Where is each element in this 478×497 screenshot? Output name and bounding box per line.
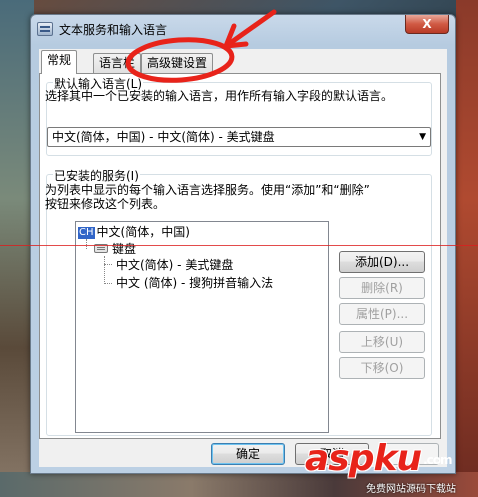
default-language-select[interactable]: 中文(简体，中国) - 中文(简体) - 美式键盘 ▼ xyxy=(47,127,431,147)
remove-button[interactable]: 删除(R) xyxy=(339,277,425,299)
default-language-description: 选择其中一个已安装的输入语言，用作所有输入字段的默认语言。 xyxy=(45,89,394,103)
installed-services-description-1: 为列表中显示的每个输入语言选择服务。使用“添加”和“删除” xyxy=(45,183,370,197)
tree-connector xyxy=(86,239,87,249)
tree-language-node[interactable]: CH 中文(简体，中国) xyxy=(78,225,190,239)
watermark-brand: aspku xyxy=(305,438,422,479)
installed-services-description-2: 按钮来修改这个列表。 xyxy=(45,197,166,211)
desktop-background-right xyxy=(456,0,478,497)
properties-button[interactable]: 属性(P)... xyxy=(339,303,425,325)
watermark-tld: .com xyxy=(423,453,452,467)
services-tree[interactable]: CH 中文(简体，中国) 键盘 中文(简体) - 美式键盘 中文 (简体) - 搜… xyxy=(75,221,329,433)
tree-service-label: 中文 (简体) - 搜狗拼音输入法 xyxy=(116,276,274,290)
desktop-background-left xyxy=(0,0,34,497)
site-watermark: aspku .com xyxy=(305,438,452,479)
tree-connector xyxy=(104,264,112,265)
tab-general[interactable]: 常规 xyxy=(41,50,78,74)
move-down-button[interactable]: 下移(O) xyxy=(339,357,425,379)
watermark-tagline: 免费网站源码下载站 xyxy=(366,484,456,495)
chevron-down-icon: ▼ xyxy=(419,132,426,142)
language-badge-icon: CH xyxy=(78,227,95,239)
tree-connector xyxy=(104,256,105,284)
tree-language-label: 中文(简体，中国) xyxy=(96,225,190,239)
default-language-value: 中文(简体，中国) - 中文(简体) - 美式键盘 xyxy=(52,130,275,144)
add-button[interactable]: 添加(D)... xyxy=(339,251,425,273)
red-guide-line xyxy=(0,245,478,246)
tree-service-label: 中文(简体) - 美式键盘 xyxy=(116,258,234,272)
general-tab-panel: 默认输入语言(L) 选择其中一个已安装的输入语言，用作所有输入字段的默认语言。 … xyxy=(39,73,441,439)
dialog-client-area: 常规 语言栏 高级键设置 默认输入语言(L) 选择其中一个已安装的输入语言，用作… xyxy=(39,49,447,467)
move-up-button[interactable]: 上移(U) xyxy=(339,331,425,353)
ok-button[interactable]: 确定 xyxy=(211,443,285,465)
tree-service-item[interactable]: 中文 (简体) - 搜狗拼音输入法 xyxy=(116,276,273,290)
installed-services-group: 已安装的服务(I) 为列表中显示的每个输入语言选择服务。使用“添加”和“删除” … xyxy=(45,167,432,436)
close-button[interactable]: X xyxy=(405,15,449,34)
installed-services-label: 已安装的服务(I) xyxy=(53,167,140,184)
app-icon xyxy=(37,22,53,36)
tree-service-item[interactable]: 中文(简体) - 美式键盘 xyxy=(116,258,233,272)
tree-connector xyxy=(104,283,112,284)
default-language-group: 默认输入语言(L) 选择其中一个已安装的输入语言，用作所有输入字段的默认语言。 … xyxy=(45,75,432,156)
red-circle-annotation xyxy=(125,9,277,83)
